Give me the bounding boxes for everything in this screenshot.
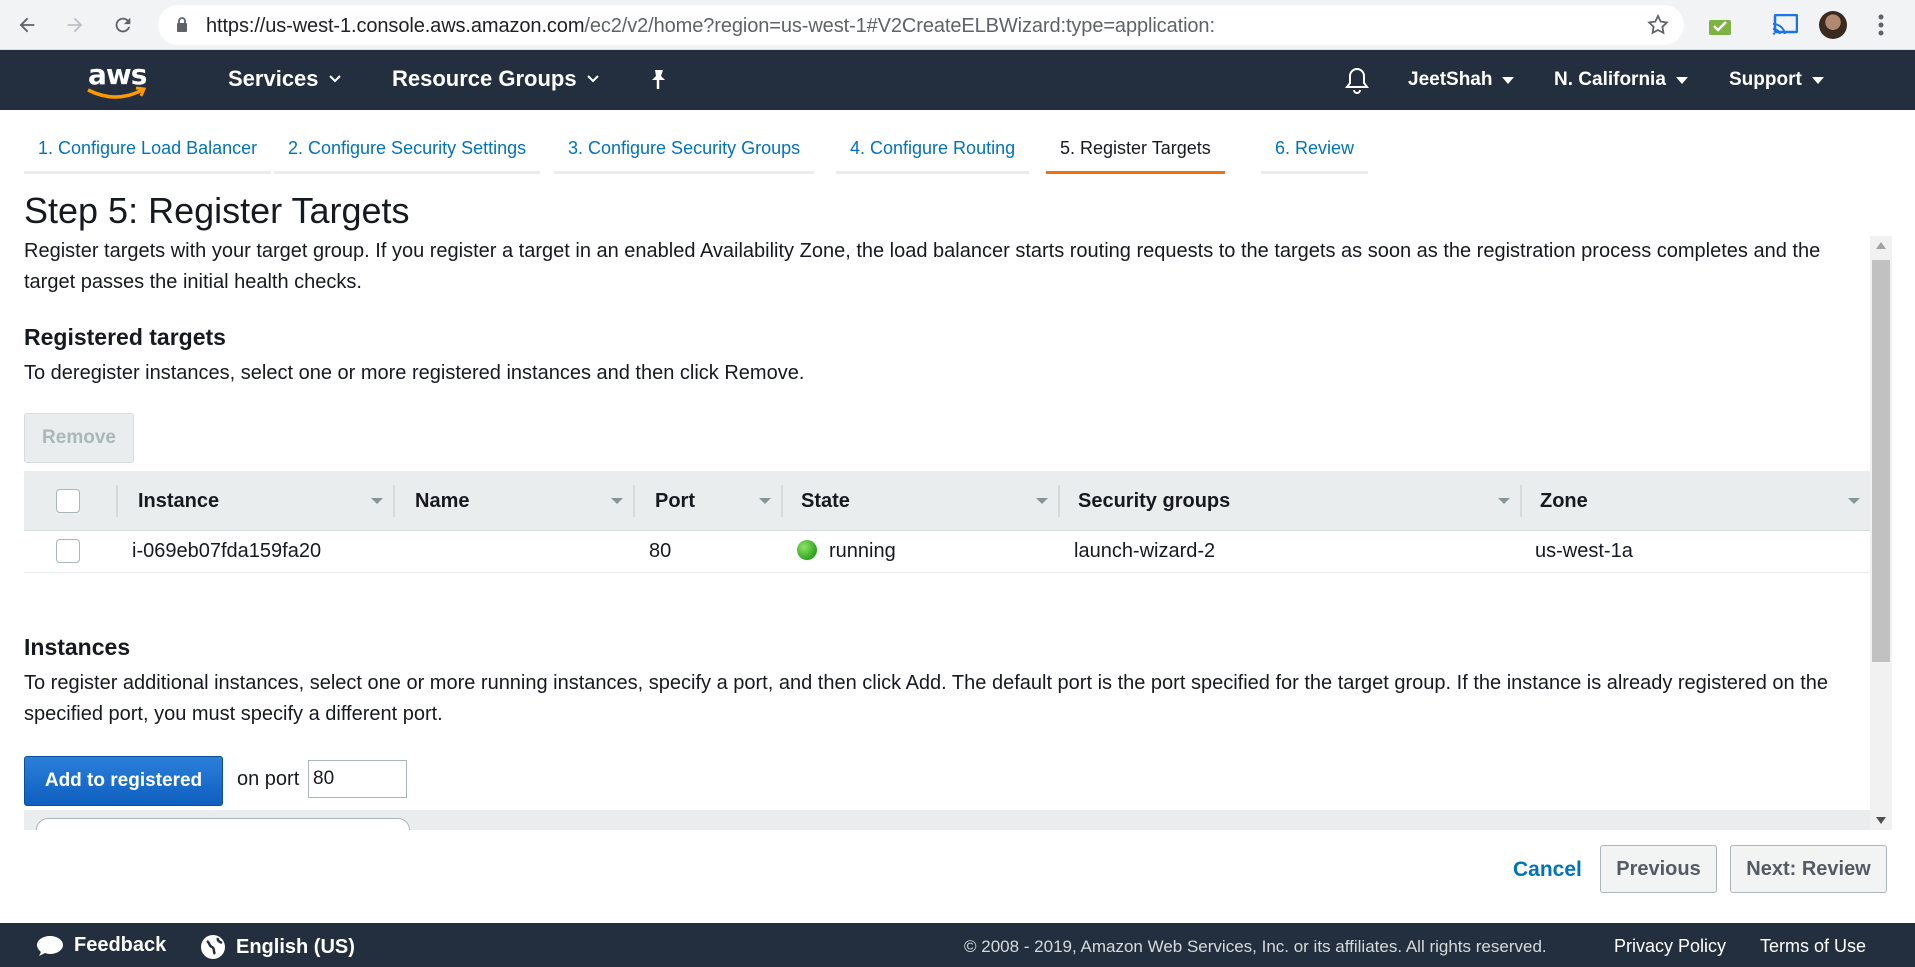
- extension-icon[interactable]: [1705, 10, 1735, 40]
- table-header: Instance Name Port State Security groups…: [24, 471, 1870, 531]
- port-input[interactable]: [308, 760, 407, 798]
- more-menu-icon[interactable]: [1866, 10, 1896, 40]
- chevron-down-icon: [586, 75, 599, 83]
- cell-security-groups: launch-wizard-2: [1074, 540, 1216, 562]
- on-port-label: on port: [237, 768, 300, 790]
- user-menu[interactable]: JeetShah: [1408, 69, 1515, 91]
- tab-configure-load-balancer[interactable]: 1. Configure Load Balancer: [24, 138, 272, 174]
- column-header-state[interactable]: State: [781, 471, 1058, 531]
- reload-icon[interactable]: [106, 8, 140, 42]
- column-header-security-groups[interactable]: Security groups: [1058, 471, 1520, 531]
- url-text: https://us-west-1.console.aws.amazon.com…: [206, 15, 1215, 37]
- cast-icon[interactable]: [1770, 10, 1800, 40]
- copyright-text: © 2008 - 2019, Amazon Web Services, Inc.…: [964, 937, 1547, 956]
- terms-of-use-link[interactable]: Terms of Use: [1760, 936, 1866, 957]
- aws-logo[interactable]: aws: [86, 58, 148, 102]
- column-header-name[interactable]: Name: [393, 471, 633, 531]
- column-header-zone[interactable]: Zone: [1520, 471, 1870, 531]
- next-review-button[interactable]: Next: Review: [1730, 845, 1887, 893]
- wizard-content: Register targets with your target group.…: [24, 236, 1870, 830]
- search-input[interactable]: [36, 818, 410, 830]
- services-menu[interactable]: Services: [228, 66, 341, 92]
- bookmark-star-icon[interactable]: [1646, 13, 1670, 37]
- region-menu[interactable]: N. California: [1554, 69, 1688, 91]
- instances-heading: Instances: [24, 634, 131, 660]
- running-status-icon: [797, 540, 817, 560]
- table-row[interactable]: i-069eb07fda159fa20 80 running launch-wi…: [24, 531, 1870, 573]
- page-title: Step 5: Register Targets: [24, 190, 410, 231]
- language-selector[interactable]: English (US): [200, 934, 355, 960]
- select-all-checkbox[interactable]: [56, 489, 80, 513]
- bell-icon[interactable]: [1344, 66, 1370, 94]
- resource-groups-menu[interactable]: Resource Groups: [392, 66, 599, 92]
- forward-icon[interactable]: [58, 8, 92, 42]
- back-icon[interactable]: [10, 8, 44, 42]
- registered-targets-description: To deregister instances, select one or m…: [24, 362, 805, 384]
- caret-down-icon: [1502, 76, 1515, 84]
- lock-icon: [177, 17, 187, 32]
- tab-configure-routing[interactable]: 4. Configure Routing: [836, 138, 1030, 174]
- chevron-down-icon: [328, 75, 341, 83]
- tab-review[interactable]: 6. Review: [1261, 138, 1369, 174]
- row-checkbox[interactable]: [56, 539, 80, 563]
- remove-button[interactable]: Remove: [24, 413, 134, 463]
- cell-instance: i-069eb07fda159fa20: [132, 540, 322, 562]
- browser-toolbar: https://us-west-1.console.aws.amazon.com…: [0, 0, 1915, 50]
- caret-down-icon: [1675, 76, 1688, 84]
- tab-configure-security-groups[interactable]: 3. Configure Security Groups: [554, 138, 815, 174]
- instances-filter-bar: [24, 810, 1870, 830]
- feedback-icon: [37, 935, 63, 956]
- cancel-button[interactable]: Cancel: [1513, 858, 1582, 882]
- globe-icon: [201, 935, 225, 959]
- add-to-registered-button[interactable]: Add to registered: [24, 756, 223, 806]
- instances-description: To register additional instances, select…: [24, 672, 1828, 725]
- scroll-up-icon[interactable]: [1876, 242, 1886, 249]
- feedback-link[interactable]: Feedback: [36, 934, 166, 957]
- intro-text: Register targets with your target group.…: [24, 240, 1821, 293]
- column-header-port[interactable]: Port: [633, 471, 781, 531]
- column-header-instance[interactable]: Instance: [116, 471, 393, 531]
- address-bar[interactable]: https://us-west-1.console.aws.amazon.com…: [158, 5, 1684, 45]
- avatar[interactable]: [1818, 10, 1848, 40]
- privacy-policy-link[interactable]: Privacy Policy: [1614, 936, 1726, 957]
- console-footer: Feedback English (US) © 2008 - 2019, Ama…: [0, 923, 1915, 967]
- tab-configure-security-settings[interactable]: 2. Configure Security Settings: [274, 138, 541, 174]
- content-scrollbar[interactable]: [1870, 236, 1892, 830]
- caret-down-icon: [1811, 76, 1824, 84]
- cell-zone: us-west-1a: [1535, 540, 1633, 562]
- scroll-thumb[interactable]: [1872, 260, 1890, 662]
- aws-top-nav: aws Services Resource Groups JeetShah N.…: [0, 50, 1915, 110]
- scroll-down-icon[interactable]: [1876, 817, 1886, 824]
- cell-port: 80: [649, 540, 672, 562]
- cell-state: running: [797, 540, 896, 563]
- previous-button[interactable]: Previous: [1600, 845, 1717, 893]
- tab-register-targets[interactable]: 5. Register Targets: [1046, 138, 1225, 174]
- registered-targets-heading: Registered targets: [24, 324, 226, 350]
- pin-icon[interactable]: [648, 68, 668, 90]
- support-menu[interactable]: Support: [1729, 69, 1824, 91]
